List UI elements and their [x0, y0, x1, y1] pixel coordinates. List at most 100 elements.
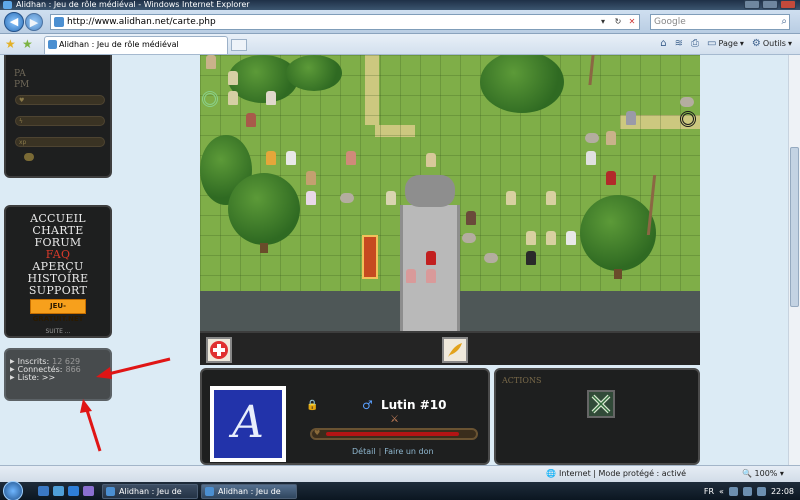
window-controls	[744, 0, 796, 9]
player-sprite[interactable]	[406, 269, 416, 283]
jeu-gratuit-badge[interactable]: JEU-GRATUIT.NET	[30, 299, 86, 323]
player-sprite[interactable]	[526, 251, 536, 265]
zone-text: Internet | Mode protégé : activé	[558, 469, 687, 478]
player-sprite[interactable]	[228, 91, 238, 105]
lightning-icon: ϟ	[19, 118, 23, 125]
back-button[interactable]: ◀	[4, 12, 24, 32]
player-sprite[interactable]	[346, 151, 356, 165]
page-menu[interactable]: ▭ Page ▾	[707, 37, 744, 51]
page-icon: ▭	[707, 38, 717, 49]
player-sprite[interactable]	[466, 211, 476, 225]
player-sprite[interactable]	[206, 55, 216, 69]
taskbar-item-label: Alidhan : Jeu de rôle...	[119, 487, 182, 496]
player-sprite[interactable]	[606, 171, 616, 185]
game-map[interactable]	[200, 55, 700, 331]
player-sprite[interactable]	[606, 131, 616, 145]
donate-link[interactable]: Faire un don	[384, 447, 433, 456]
feeds-button[interactable]: ≋	[675, 37, 683, 51]
detail-link[interactable]: Détail	[352, 447, 376, 456]
player-sprite[interactable]	[526, 231, 536, 245]
player-sprite[interactable]	[266, 151, 276, 165]
player-sprite[interactable]	[626, 111, 636, 125]
black-portal-icon[interactable]	[680, 111, 696, 127]
players-count-panel: ▶ Inscrits: 12 629 ▶ Connectés: 866 ▶ Li…	[4, 348, 112, 401]
green-portal-icon[interactable]	[202, 91, 218, 107]
player-sprite[interactable]	[546, 191, 556, 205]
home-button[interactable]: ⌂	[660, 37, 666, 51]
search-input[interactable]: Google ⌕	[650, 14, 790, 30]
tab-alidhan[interactable]: Alidhan : Jeu de rôle médiéval	[44, 36, 228, 54]
heal-cross-icon[interactable]	[206, 337, 232, 363]
start-button[interactable]	[3, 481, 23, 500]
tree	[580, 195, 656, 271]
menu-more-link[interactable]: SUITE ...	[6, 328, 110, 335]
player-sprite[interactable]	[586, 151, 596, 165]
player-sprite[interactable]	[286, 151, 296, 165]
status-bar: 🌐 Internet | Mode protégé : activé 🔍 100…	[0, 465, 800, 482]
minimize-button[interactable]	[744, 0, 760, 9]
switch-windows-icon[interactable]	[53, 486, 64, 496]
ie-quicklaunch-icon[interactable]	[68, 486, 79, 496]
player-sprite[interactable]	[306, 191, 316, 205]
stop-icon[interactable]: ✕	[626, 16, 638, 28]
address-url: http://www.alidhan.net/carte.php	[67, 17, 216, 27]
network-icon[interactable]	[728, 486, 738, 496]
print-button[interactable]: ⎙	[691, 37, 699, 51]
volume-icon[interactable]	[742, 486, 752, 496]
feather-quill-icon[interactable]	[442, 337, 468, 363]
avatar[interactable]: A	[210, 386, 286, 462]
tools-menu[interactable]: ⚙ Outils ▾	[752, 37, 792, 51]
search-icon[interactable]: ⌕	[781, 16, 787, 28]
player-sprite[interactable]	[246, 113, 256, 127]
player-sprite[interactable]	[306, 171, 316, 185]
dropdown-arrow-icon[interactable]: ▾	[597, 16, 609, 28]
player-sprite[interactable]	[426, 269, 436, 283]
window-title-bar: Alidhan : Jeu de rôle médiéval - Windows…	[0, 0, 800, 10]
taskbar-item[interactable]: Alidhan : Jeu de rôle...	[102, 484, 198, 499]
profile-links: Détail | Faire un don	[352, 447, 434, 456]
tab-favicon-icon	[48, 40, 57, 49]
health-bar: ♥	[15, 95, 105, 105]
tab-title: Alidhan : Jeu de rôle médiéval	[59, 40, 179, 49]
ie-icon	[205, 487, 214, 496]
close-button[interactable]	[780, 0, 796, 9]
clock[interactable]: 22:08	[771, 487, 794, 496]
security-tray-icon[interactable]	[756, 486, 766, 496]
player-name: Lutin #10	[380, 398, 447, 412]
main-menu: ACCUEIL CHARTE FORUM FAQ APERÇU HISTOIRE…	[4, 205, 112, 338]
action-x-icon[interactable]	[587, 390, 615, 418]
player-sprite[interactable]	[266, 91, 276, 105]
page-scrollbar[interactable]	[788, 55, 800, 465]
refresh-icon[interactable]: ↻	[612, 16, 624, 28]
link-separator: |	[378, 447, 382, 456]
taskbar-item-active[interactable]: Alidhan : Jeu de rôle...	[201, 484, 297, 499]
scrollbar-thumb[interactable]	[790, 147, 799, 307]
player-sprite[interactable]	[386, 191, 396, 205]
favorites-star-icon[interactable]: ★	[5, 37, 16, 51]
bullet-arrow-icon: ▶	[10, 366, 15, 373]
arrow-to-counts	[80, 399, 102, 452]
media-player-icon[interactable]	[83, 486, 94, 496]
zoom-level[interactable]: 🔍 100% ▾	[742, 466, 784, 482]
rock	[484, 253, 498, 263]
player-character-sprite[interactable]	[426, 251, 436, 265]
player-list-link[interactable]: Liste: >>	[18, 374, 56, 382]
tray-arrow-icon[interactable]: «	[719, 487, 724, 496]
player-sprite[interactable]	[566, 231, 576, 245]
rock	[462, 233, 476, 243]
player-sprite[interactable]	[228, 71, 238, 85]
player-sprite[interactable]	[506, 191, 516, 205]
add-favorite-icon[interactable]: ★	[22, 37, 33, 51]
connected-count: 866	[65, 365, 81, 374]
forward-button[interactable]: ▶	[25, 13, 43, 31]
language-indicator[interactable]: FR	[704, 487, 714, 496]
show-desktop-icon[interactable]	[38, 486, 49, 496]
xp-bar: xp	[15, 137, 105, 147]
address-field[interactable]: http://www.alidhan.net/carte.php ▾ ↻ ✕	[50, 14, 640, 30]
security-zone[interactable]: 🌐 Internet | Mode protégé : activé	[546, 466, 686, 482]
maximize-button[interactable]	[762, 0, 778, 9]
player-sprite[interactable]	[546, 231, 556, 245]
menu-item-support[interactable]: SUPPORT	[6, 285, 110, 297]
new-tab-button[interactable]	[231, 39, 247, 51]
player-sprite[interactable]	[426, 153, 436, 167]
